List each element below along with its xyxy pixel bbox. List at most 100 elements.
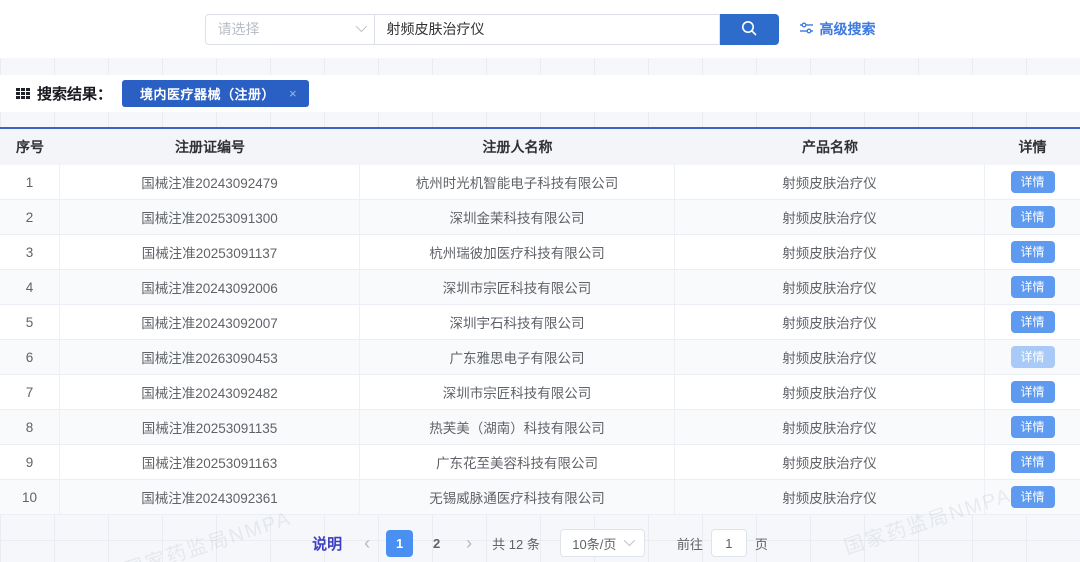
cell-company: 深圳金茉科技有限公司 bbox=[360, 200, 675, 234]
chevron-down-icon bbox=[355, 20, 366, 31]
cell-index: 4 bbox=[0, 270, 60, 304]
cell-detail: 详情 bbox=[985, 410, 1080, 444]
cell-detail: 详情 bbox=[985, 305, 1080, 339]
cell-reg-no: 国械注准20263090453 bbox=[60, 340, 360, 374]
search-input[interactable] bbox=[375, 14, 720, 45]
cell-detail: 详情 bbox=[985, 340, 1080, 374]
search-bar-panel: 请选择 高级搜索 bbox=[0, 0, 1080, 58]
header-reg-no: 注册证编号 bbox=[60, 129, 360, 165]
cell-detail: 详情 bbox=[985, 270, 1080, 304]
detail-button[interactable]: 详情 bbox=[1011, 346, 1055, 368]
table-row: 6 国械注准20263090453 广东雅思电子有限公司 射频皮肤治疗仪 详情 bbox=[0, 340, 1080, 375]
cell-reg-no: 国械注准20243092007 bbox=[60, 305, 360, 339]
total-count-label: 共 12 条 bbox=[492, 534, 540, 553]
page-button-1[interactable]: 1 bbox=[386, 530, 413, 557]
cell-reg-no: 国械注准20243092479 bbox=[60, 165, 360, 199]
detail-button[interactable]: 详情 bbox=[1011, 451, 1055, 473]
goto-page-input[interactable] bbox=[711, 529, 747, 557]
search-results-label: 搜索结果： bbox=[37, 83, 112, 104]
detail-button[interactable]: 详情 bbox=[1011, 416, 1055, 438]
cell-index: 5 bbox=[0, 305, 60, 339]
cell-company: 杭州时光机智能电子科技有限公司 bbox=[360, 165, 675, 199]
chevron-down-icon bbox=[624, 534, 635, 545]
cell-detail: 详情 bbox=[985, 375, 1080, 409]
search-button[interactable] bbox=[720, 14, 779, 45]
table-row: 2 国械注准20253091300 深圳金茉科技有限公司 射频皮肤治疗仪 详情 bbox=[0, 200, 1080, 235]
search-group: 请选择 高级搜索 bbox=[205, 14, 876, 45]
table-row: 1 国械注准20243092479 杭州时光机智能电子科技有限公司 射频皮肤治疗… bbox=[0, 165, 1080, 200]
sliders-icon bbox=[799, 21, 814, 38]
detail-button[interactable]: 详情 bbox=[1011, 486, 1055, 508]
close-icon[interactable]: × bbox=[289, 86, 297, 101]
cell-company: 无锡威脉通医疗科技有限公司 bbox=[360, 480, 675, 514]
table-row: 4 国械注准20243092006 深圳市宗匠科技有限公司 射频皮肤治疗仪 详情 bbox=[0, 270, 1080, 305]
detail-button[interactable]: 详情 bbox=[1011, 276, 1055, 298]
header-product: 产品名称 bbox=[675, 129, 985, 165]
grid-icon bbox=[16, 88, 30, 99]
cell-index: 1 bbox=[0, 165, 60, 199]
goto-suffix-label: 页 bbox=[755, 534, 768, 553]
page-size-select[interactable]: 10条/页 bbox=[560, 529, 645, 557]
cell-index: 9 bbox=[0, 445, 60, 479]
pagination-bar: 说明 ‹ 12 › 共 12 条 10条/页 前往 页 bbox=[0, 529, 1080, 557]
table-row: 9 国械注准20253091163 广东花至美容科技有限公司 射频皮肤治疗仪 详… bbox=[0, 445, 1080, 480]
cell-product: 射频皮肤治疗仪 bbox=[675, 235, 985, 269]
search-icon bbox=[740, 19, 758, 40]
cell-detail: 详情 bbox=[985, 165, 1080, 199]
detail-button[interactable]: 详情 bbox=[1011, 241, 1055, 263]
search-results-bar: 搜索结果： 境内医疗器械（注册） × bbox=[0, 75, 1080, 112]
cell-product: 射频皮肤治疗仪 bbox=[675, 445, 985, 479]
page-button-2[interactable]: 2 bbox=[423, 530, 450, 557]
cell-index: 3 bbox=[0, 235, 60, 269]
header-index: 序号 bbox=[0, 129, 60, 165]
cell-reg-no: 国械注准20253091135 bbox=[60, 410, 360, 444]
cell-reg-no: 国械注准20253091300 bbox=[60, 200, 360, 234]
table-header-row: 序号 注册证编号 注册人名称 产品名称 详情 bbox=[0, 129, 1080, 165]
cell-reg-no: 国械注准20253091137 bbox=[60, 235, 360, 269]
goto-page-group: 前往 页 bbox=[677, 529, 768, 557]
table-row: 5 国械注准20243092007 深圳宇石科技有限公司 射频皮肤治疗仪 详情 bbox=[0, 305, 1080, 340]
cell-index: 8 bbox=[0, 410, 60, 444]
category-select[interactable]: 请选择 bbox=[205, 14, 375, 45]
page-size-value: 10条/页 bbox=[572, 534, 616, 553]
detail-button[interactable]: 详情 bbox=[1011, 171, 1055, 193]
cell-reg-no: 国械注准20243092006 bbox=[60, 270, 360, 304]
cell-company: 广东花至美容科技有限公司 bbox=[360, 445, 675, 479]
cell-product: 射频皮肤治疗仪 bbox=[675, 480, 985, 514]
table-row: 7 国械注准20243092482 深圳市宗匠科技有限公司 射频皮肤治疗仪 详情 bbox=[0, 375, 1080, 410]
cell-reg-no: 国械注准20243092482 bbox=[60, 375, 360, 409]
cell-company: 深圳市宗匠科技有限公司 bbox=[360, 375, 675, 409]
table-row: 8 国械注准20253091135 热芙美（湖南）科技有限公司 射频皮肤治疗仪 … bbox=[0, 410, 1080, 445]
cell-company: 深圳宇石科技有限公司 bbox=[360, 305, 675, 339]
cell-product: 射频皮肤治疗仪 bbox=[675, 165, 985, 199]
table-row: 10 国械注准20243092361 无锡威脉通医疗科技有限公司 射频皮肤治疗仪… bbox=[0, 480, 1080, 515]
cell-detail: 详情 bbox=[985, 445, 1080, 479]
table-row: 3 国械注准20253091137 杭州瑞彼加医疗科技有限公司 射频皮肤治疗仪 … bbox=[0, 235, 1080, 270]
cell-company: 杭州瑞彼加医疗科技有限公司 bbox=[360, 235, 675, 269]
filter-tag-label: 境内医疗器械（注册） bbox=[140, 84, 275, 103]
goto-label: 前往 bbox=[677, 534, 703, 553]
cell-product: 射频皮肤治疗仪 bbox=[675, 200, 985, 234]
cell-index: 6 bbox=[0, 340, 60, 374]
advanced-search-link[interactable]: 高级搜索 bbox=[799, 19, 876, 39]
results-table: 序号 注册证编号 注册人名称 产品名称 详情 1 国械注准20243092479… bbox=[0, 127, 1080, 515]
advanced-search-label: 高级搜索 bbox=[820, 19, 876, 39]
page-numbers: 12 bbox=[386, 530, 450, 557]
note-link[interactable]: 说明 bbox=[312, 533, 342, 554]
cell-company: 深圳市宗匠科技有限公司 bbox=[360, 270, 675, 304]
detail-button[interactable]: 详情 bbox=[1011, 311, 1055, 333]
detail-button[interactable]: 详情 bbox=[1011, 206, 1055, 228]
next-page-icon[interactable]: › bbox=[462, 534, 476, 552]
category-select-placeholder: 请选择 bbox=[218, 19, 260, 39]
filter-tag-domestic-registered[interactable]: 境内医疗器械（注册） × bbox=[122, 80, 309, 107]
cell-detail: 详情 bbox=[985, 480, 1080, 514]
cell-index: 7 bbox=[0, 375, 60, 409]
prev-page-icon[interactable]: ‹ bbox=[360, 534, 374, 552]
header-company: 注册人名称 bbox=[360, 129, 675, 165]
cell-company: 广东雅思电子有限公司 bbox=[360, 340, 675, 374]
cell-index: 10 bbox=[0, 480, 60, 514]
cell-product: 射频皮肤治疗仪 bbox=[675, 375, 985, 409]
detail-button[interactable]: 详情 bbox=[1011, 381, 1055, 403]
cell-detail: 详情 bbox=[985, 235, 1080, 269]
cell-detail: 详情 bbox=[985, 200, 1080, 234]
